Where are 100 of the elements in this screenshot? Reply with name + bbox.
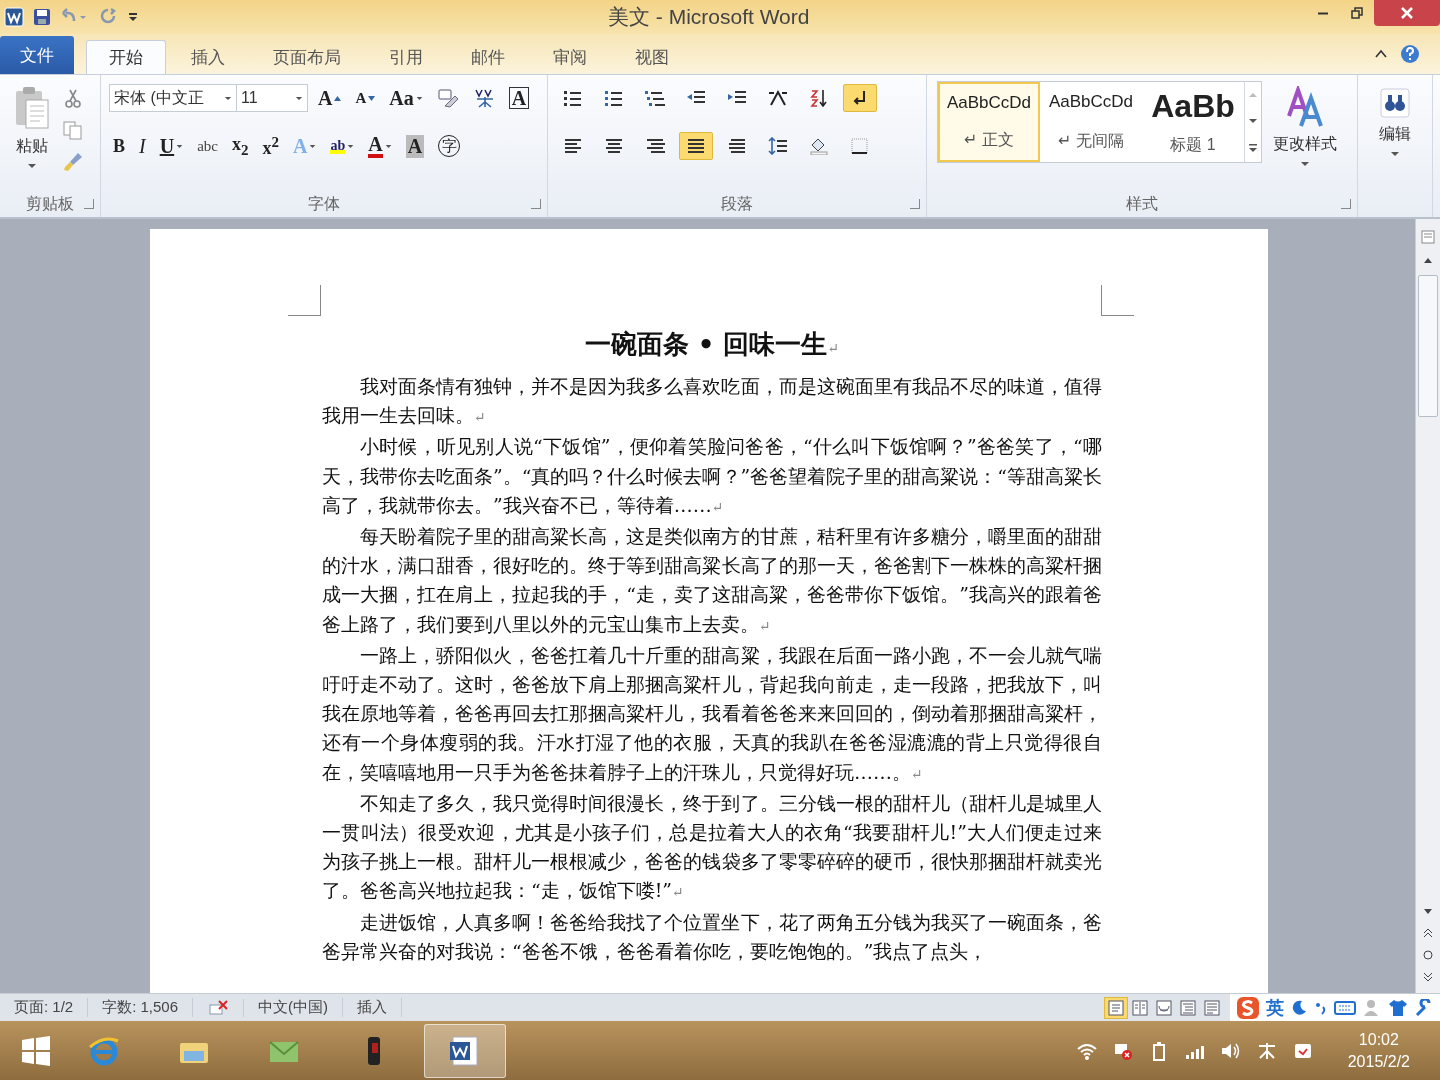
dialog-launcher-icon[interactable] bbox=[910, 199, 920, 209]
paragraph-button[interactable] bbox=[843, 84, 877, 112]
reading-view-icon[interactable] bbox=[1129, 997, 1151, 1018]
web-layout-icon[interactable] bbox=[1153, 997, 1175, 1018]
shirt-icon[interactable] bbox=[1388, 998, 1408, 1017]
ribbon-tab[interactable]: 开始 bbox=[86, 40, 166, 74]
italic-button[interactable]: I bbox=[135, 132, 150, 160]
bold-button[interactable]: B bbox=[109, 132, 129, 160]
word-logo-icon[interactable] bbox=[4, 7, 24, 27]
paragraph-button[interactable] bbox=[679, 132, 713, 160]
body-paragraph: 每天盼着院子里的甜高粱长高，这是类似南方的甘蔗，秸秆里有许多糖分，嚼里面的甜甜的汁水，满口甜香，很好吃的。终于等到甜高粱长高了的那一天，爸爸割下一株株的高粱杆捆成一大捆，扛在肩上，拉起我的手，“走，卖了这甜高粱，爸爸带你下饭馆。”我高兴的跟着爸爸上路了，我们要到八里以外的元宝山集市上去卖。↵ bbox=[322, 524, 1102, 637]
caret-icon bbox=[1390, 151, 1400, 157]
group-label: 剪贴板 bbox=[26, 193, 74, 214]
group-label: 字体 bbox=[308, 193, 340, 214]
clock[interactable]: 10:02 2015/2/2 bbox=[1347, 1030, 1410, 1071]
binoculars-icon bbox=[1380, 88, 1410, 118]
draft-view-icon[interactable] bbox=[1201, 997, 1223, 1018]
more-icon[interactable] bbox=[1247, 142, 1259, 154]
caret-icon bbox=[1300, 161, 1310, 167]
distributed-icon bbox=[727, 137, 747, 155]
caret-icon bbox=[295, 95, 303, 101]
caret-icon bbox=[27, 163, 37, 169]
ribbon-tab[interactable]: 审阅 bbox=[530, 40, 610, 74]
grow-font-button[interactable]: A bbox=[314, 84, 346, 112]
align-center-icon bbox=[604, 137, 624, 155]
dialog-launcher-icon[interactable] bbox=[84, 199, 94, 209]
save-icon[interactable] bbox=[32, 7, 52, 27]
align-left-icon bbox=[563, 137, 583, 155]
group-label: 样式 bbox=[1126, 193, 1158, 214]
ribbon-tab[interactable]: 引用 bbox=[366, 40, 446, 74]
caret-icon bbox=[415, 95, 423, 101]
editing-button[interactable]: 编辑 bbox=[1376, 83, 1414, 162]
body-paragraph: 我对面条情有独钟，并不是因为我多么喜欢吃面，而是这碗面里有我品不尽的味道，值得我用一生去回味。↵ bbox=[322, 374, 1102, 429]
letters-icon bbox=[1285, 86, 1325, 128]
change-styles-button[interactable]: 更改样式 bbox=[1270, 81, 1340, 191]
ribbon-tab[interactable]: 邮件 bbox=[448, 40, 528, 74]
change-case-button[interactable]: Aa bbox=[385, 84, 427, 112]
vertical-scrollbar[interactable] bbox=[1415, 219, 1440, 993]
print-layout-icon[interactable] bbox=[1105, 997, 1127, 1018]
input-mode-toggle[interactable]: 英 bbox=[1266, 995, 1284, 1020]
phone-icon bbox=[368, 1036, 380, 1065]
highlight-button[interactable]: ab bbox=[326, 132, 359, 160]
script-button[interactable]: x$^{2}$ bbox=[258, 132, 283, 160]
font-color-button[interactable]: A bbox=[364, 132, 396, 160]
file-tab[interactable]: 文件 bbox=[0, 36, 74, 74]
status-text[interactable]: 字数: 1,506 bbox=[88, 998, 194, 1017]
outline-view-icon[interactable] bbox=[1177, 997, 1199, 1018]
ribbon-tab[interactable]: 页面布局 bbox=[250, 40, 364, 74]
margin-corner-mark bbox=[288, 285, 321, 316]
cross-arrows-icon bbox=[768, 89, 788, 107]
character-border-button[interactable]: A bbox=[508, 87, 530, 109]
numbered-list-icon bbox=[604, 89, 624, 107]
line-spacing-icon bbox=[768, 137, 788, 155]
next-page-icon[interactable] bbox=[1422, 971, 1434, 983]
status-text[interactable]: 插入 bbox=[343, 998, 403, 1017]
shrink-font-button[interactable]: A bbox=[351, 84, 380, 112]
down-triangle-icon bbox=[368, 95, 376, 101]
body-paragraph: 一路上，骄阳似火，爸爸扛着几十斤重的甜高粱，我跟在后面一路小跑，不一会儿就气喘吁吁走不动了。这时，爸爸放下肩上那捆高粱杆儿，背起我向前走，走一段路，把我放下，叫我在原地等着，爸爸再回去扛那捆高粱杆儿，我看着爸爸来来回回的，倒动着那捆甜高粱杆，还有一个身体瘦弱的我。汗水打湿了他的衣服，天真的我趴在爸爸湿漉漉的背上只觉得很自在，笑嘻嘻地用一只手为爸爸抹着脖子上的汗珠儿，只觉得好玩……。↵ bbox=[322, 642, 1102, 785]
previous-page-icon[interactable] bbox=[1422, 927, 1434, 939]
ribbon-tab[interactable]: 视图 bbox=[612, 40, 692, 74]
font-name-field[interactable]: 宋体 (中文正 bbox=[109, 84, 237, 112]
close-icon bbox=[1400, 6, 1414, 20]
underline-button[interactable]: U bbox=[155, 132, 188, 160]
scroll-thumb[interactable] bbox=[1418, 275, 1438, 417]
caret-icon bbox=[347, 143, 355, 149]
paint-bucket-icon bbox=[809, 137, 829, 155]
style-item[interactable]: AaBb 标题 1 bbox=[1142, 82, 1244, 162]
strikethrough-button[interactable]: abc bbox=[193, 132, 222, 160]
help-icon[interactable] bbox=[1400, 44, 1420, 64]
keyboard-icon[interactable] bbox=[1334, 998, 1356, 1017]
input-method-logo-icon[interactable] bbox=[1236, 995, 1260, 1020]
dialog-launcher-icon[interactable] bbox=[1341, 199, 1351, 209]
caret-icon bbox=[176, 143, 184, 149]
browse-object-icon[interactable] bbox=[1422, 949, 1434, 961]
ribbon-tab[interactable]: 插入 bbox=[168, 40, 248, 74]
border-icon bbox=[850, 137, 870, 155]
status-text[interactable]: 中文(中国) bbox=[244, 998, 344, 1017]
body-paragraph: 小时候，听见别人说“下饭馆”，便仰着笑脸问爸爸，“什么叫下饭馆啊？”爸爸笑了，“哪天，我带你去吃面条”。“真的吗？什么时候去啊？”爸爸望着院子里的甜高粱说：“等甜高粱长高了，我就带你去。”我兴奋不已，等待着……↵ bbox=[322, 434, 1102, 518]
up-triangle-icon bbox=[334, 95, 342, 101]
group-label: 段落 bbox=[721, 193, 753, 214]
restore-icon bbox=[1351, 7, 1363, 19]
caret-icon bbox=[384, 143, 392, 149]
align-right-icon bbox=[645, 137, 665, 155]
scissors-icon[interactable] bbox=[62, 87, 84, 109]
word-taskbar-button[interactable] bbox=[424, 1023, 506, 1078]
status-text[interactable]: 页面: 1/2 bbox=[0, 998, 89, 1017]
body-paragraph: 不知走了多久，我只觉得时间很漫长，终于到了。三分钱一根的甜杆儿（甜杆儿是城里人一贯叫法）很受欢迎，尤其是小孩子们，总是拉着大人的衣角“我要甜杆儿!”大人们便走过来为孩子挑上一根。甜杆儿一根根减少，爸爸的钱袋多了零零碎碎的硬币，很快那捆甜杆就卖光了。爸爸高兴地拉起我：“走，饭馆下喽!”↵ bbox=[322, 790, 1102, 904]
caret-icon bbox=[224, 95, 232, 101]
close-button[interactable] bbox=[1374, 0, 1440, 26]
style-item[interactable]: AaBbCcDd ↵ 正文 bbox=[938, 82, 1040, 162]
scroll-down-icon[interactable] bbox=[1247, 116, 1259, 126]
multilevel-list-icon bbox=[645, 89, 665, 107]
paste-button[interactable]: 粘贴 bbox=[10, 81, 54, 191]
font-size-field[interactable]: 11 bbox=[236, 84, 308, 112]
style-item[interactable]: AaBbCcDd ↵ 无间隔 bbox=[1040, 82, 1142, 162]
moon-icon[interactable] bbox=[1290, 998, 1308, 1017]
bullet-list-icon bbox=[563, 89, 583, 107]
dialog-launcher-icon[interactable] bbox=[531, 199, 541, 209]
caret-icon bbox=[309, 143, 317, 149]
script-button[interactable]: x$_{2}$ bbox=[227, 132, 253, 160]
